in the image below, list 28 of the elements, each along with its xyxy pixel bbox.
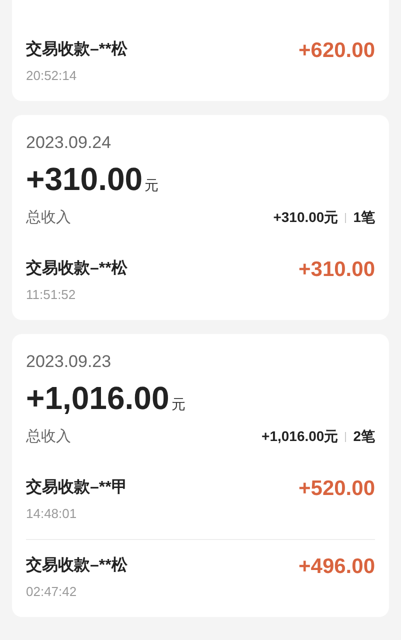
transaction-amount: +620.00 (298, 39, 375, 63)
currency-unit: 元 (171, 396, 186, 414)
transaction-row[interactable]: 交易收款–**甲 14:48:01 +520.00 (26, 462, 375, 539)
transaction-row[interactable]: 交易收款–**松 11:51:52 +310.00 (26, 243, 375, 320)
transaction-title: 交易收款–**松 (26, 258, 128, 279)
summary-amount: +1,016.00元 (262, 428, 338, 446)
transaction-time: 11:51:52 (26, 287, 77, 302)
transaction-time: 20:52:14 (26, 68, 78, 83)
transaction-title: 交易收款–**松 (26, 555, 128, 576)
transaction-amount: +520.00 (298, 477, 375, 501)
summary-amount: +310.00元 (273, 208, 338, 226)
transaction-row[interactable]: 交易收款–**松 02:47:42 +496.00 (26, 539, 375, 617)
transaction-row[interactable]: 交易收款–**松 20:52:14 +620.00 (26, 24, 375, 101)
summary-label: 总收入 (26, 427, 71, 446)
transaction-amount: +496.00 (298, 555, 375, 579)
transaction-count: 2笔 (353, 428, 375, 446)
transaction-amount: +310.00 (298, 258, 375, 282)
total-amount: +1,016.00 (26, 380, 170, 417)
transaction-time: 14:48:01 (26, 506, 78, 521)
transaction-title: 交易收款–**松 (26, 39, 128, 60)
date-label: 2023.09.23 (26, 352, 112, 372)
transaction-title: 交易收款–**甲 (26, 477, 128, 498)
transaction-count: 1笔 (353, 208, 375, 226)
total-amount: +310.00 (26, 161, 143, 198)
transaction-time: 02:47:42 (26, 584, 78, 599)
date-label: 2023.09.24 (26, 133, 112, 153)
summary-label: 总收入 (26, 208, 71, 227)
currency-unit: 元 (144, 177, 159, 195)
